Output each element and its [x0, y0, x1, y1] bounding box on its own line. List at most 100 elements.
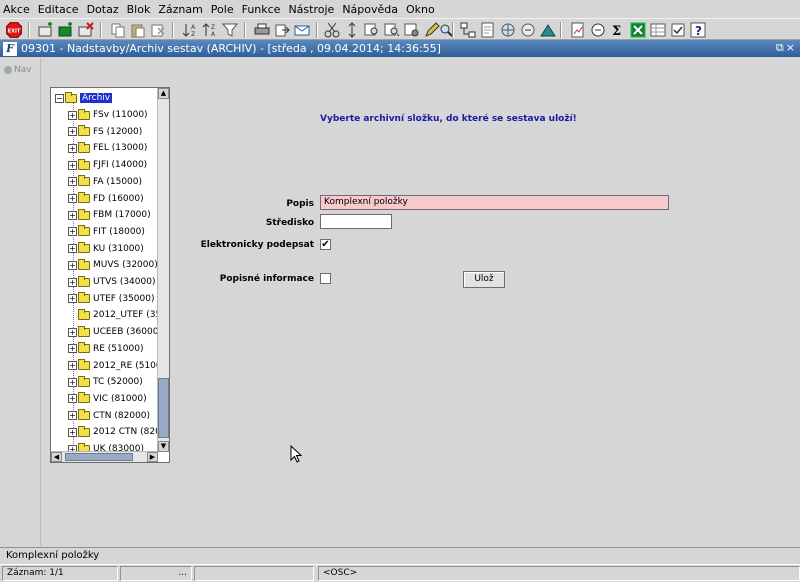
tree-item[interactable]: + UCEEB (36000) [68, 324, 158, 340]
chart-icon[interactable] [540, 22, 556, 38]
expand-icon[interactable]: + [68, 377, 77, 387]
tree-item[interactable]: + FEL (13000) [68, 140, 147, 156]
toolbar-separator [172, 22, 174, 38]
scroll-thumb-horizontal[interactable] [65, 453, 133, 461]
status-cell: ... [120, 566, 192, 581]
cut-icon[interactable] [324, 22, 340, 38]
document-icon[interactable] [480, 22, 496, 38]
tree-item[interactable]: + FA (15000) [68, 174, 142, 190]
tree-item[interactable]: + UTEF (35000) [68, 291, 154, 307]
tree-vertical-scrollbar[interactable]: ▲ ▼ [157, 88, 169, 452]
tree-item[interactable]: 2012_UTEF (3500 [68, 307, 158, 323]
menu-item-funkce[interactable]: Funkce [242, 3, 281, 16]
save-button[interactable]: Ulož [463, 271, 505, 288]
folder-icon [78, 409, 90, 421]
menu-item-dotaz[interactable]: Dotaz [87, 3, 119, 16]
filter-icon[interactable] [222, 22, 238, 38]
tree-item[interactable]: + FJFI (14000) [68, 157, 147, 173]
menu-item-akce[interactable]: Akce [3, 3, 30, 16]
find-next-icon[interactable] [384, 22, 400, 38]
attach-icon[interactable] [520, 22, 536, 38]
menu-item-nástroje[interactable]: Nástroje [288, 3, 334, 16]
copy-icon[interactable] [110, 22, 126, 38]
tree-item[interactable]: +2012_RE (51000 [68, 358, 158, 374]
menu-item-záznam[interactable]: Záznam [158, 3, 202, 16]
status-cell [194, 566, 314, 581]
sort-desc-icon[interactable]: ZA [202, 22, 218, 38]
expand-icon[interactable]: + [68, 344, 77, 354]
excel-icon[interactable] [630, 22, 646, 38]
tree-item[interactable]: + FS (12000) [68, 124, 142, 140]
stredisko-input[interactable] [320, 214, 392, 229]
tree-root[interactable]: − Archiv [55, 90, 113, 106]
expand-icon[interactable]: + [68, 227, 77, 237]
scroll-right-icon[interactable]: ▶ [147, 452, 158, 462]
collapse-icon[interactable]: − [55, 93, 64, 103]
tree-item[interactable]: + MUVS (32000) [68, 257, 158, 273]
popisne-informace-checkbox[interactable] [320, 273, 331, 284]
paste-icon[interactable] [130, 22, 146, 38]
tree-item[interactable]: + FD (16000) [68, 191, 144, 207]
menu-item-okno[interactable]: Okno [406, 3, 435, 16]
expand-icon[interactable]: + [68, 277, 77, 287]
clear-icon[interactable] [150, 22, 166, 38]
insert-record-icon[interactable] [58, 22, 74, 38]
expand-icon[interactable]: + [68, 411, 77, 421]
export-icon[interactable] [274, 22, 290, 38]
expand-icon[interactable]: + [68, 143, 77, 153]
scroll-thumb[interactable] [158, 378, 169, 438]
menu-item-editace[interactable]: Editace [38, 3, 79, 16]
checkbox-icon[interactable] [670, 22, 686, 38]
nav-button[interactable]: Nav [4, 65, 32, 75]
expand-icon[interactable]: + [68, 210, 77, 220]
tree-icon[interactable] [460, 22, 476, 38]
delete-record-icon[interactable] [78, 22, 94, 38]
sort-icon[interactable]: AZ [182, 22, 198, 38]
mail-icon[interactable] [294, 22, 310, 38]
settings-icon[interactable] [404, 22, 420, 38]
nav-icon [4, 66, 12, 74]
tree-item[interactable]: + FSv (11000) [68, 107, 148, 123]
tree-horizontal-scrollbar[interactable]: ◀ ▶ [51, 451, 158, 462]
popis-input[interactable]: Komplexní položky [320, 195, 669, 210]
scroll-down-icon[interactable]: ▼ [158, 441, 169, 452]
expand-icon[interactable]: + [68, 260, 77, 270]
menu-item-pole[interactable]: Pole [211, 3, 234, 16]
expand-icon[interactable]: + [68, 394, 77, 404]
globe-icon[interactable] [500, 22, 516, 38]
menu-item-blok[interactable]: Blok [127, 3, 151, 16]
tree-item[interactable]: + CTN (82000) [68, 408, 150, 424]
tree-item[interactable]: + KU (31000) [68, 241, 144, 257]
find-icon[interactable] [364, 22, 380, 38]
scroll-up-icon[interactable]: ▲ [158, 88, 169, 99]
calculator-icon[interactable] [590, 22, 606, 38]
navigate-icon[interactable] [344, 22, 360, 38]
expand-icon[interactable]: + [68, 294, 77, 304]
window-controls[interactable]: ⧉× [776, 41, 797, 55]
sum-icon[interactable]: Σ [610, 22, 626, 38]
scroll-left-icon[interactable]: ◀ [51, 452, 62, 462]
menu-item-nápověda[interactable]: Nápověda [342, 3, 398, 16]
svg-text:Z: Z [191, 31, 195, 38]
print-icon[interactable] [254, 22, 270, 38]
new-record-icon[interactable] [38, 22, 54, 38]
report-icon[interactable] [570, 22, 586, 38]
expand-icon[interactable]: + [68, 244, 77, 254]
tree-item[interactable]: + VIC (81000) [68, 391, 147, 407]
expand-icon[interactable]: + [68, 177, 77, 187]
expand-icon[interactable]: + [68, 194, 77, 203]
folder-open-icon [65, 91, 77, 103]
expand-icon[interactable]: + [68, 110, 77, 120]
expand-icon[interactable]: + [68, 361, 77, 370]
tree-item[interactable]: +2012 CTN (82000 [68, 424, 158, 440]
table-icon[interactable] [650, 22, 666, 38]
tree-item[interactable]: + RE (51000) [68, 341, 143, 357]
tree-item[interactable]: + TC (52000) [68, 374, 143, 390]
podepsat-checkbox[interactable]: ✔ [320, 239, 331, 250]
expand-icon[interactable]: + [68, 160, 77, 170]
expand-icon[interactable]: + [68, 427, 77, 437]
exit-icon[interactable]: EXIT [6, 22, 22, 38]
help-icon[interactable]: ? [690, 22, 706, 38]
expand-icon[interactable]: + [68, 127, 77, 137]
expand-icon[interactable]: + [68, 327, 77, 337]
